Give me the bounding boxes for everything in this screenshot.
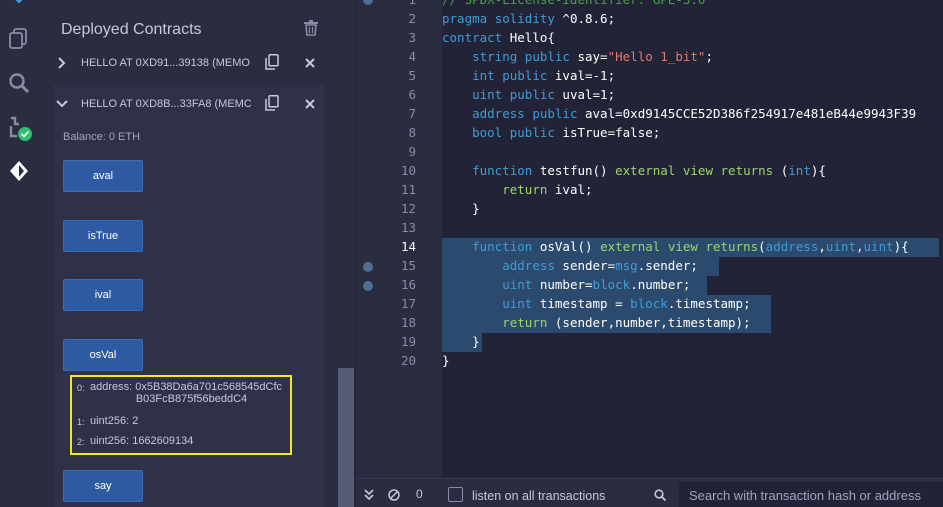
call-ival-button[interactable]: ival xyxy=(63,279,143,311)
close-icon[interactable] xyxy=(305,55,315,73)
line-number: 5 xyxy=(408,68,416,83)
clear-icon[interactable] xyxy=(388,488,400,506)
output-row: 1: uint256: 2 xyxy=(77,415,138,427)
line-number: 8 xyxy=(408,125,416,140)
code-line: bool public isTrue=false; xyxy=(472,125,661,140)
code-line: int public ival=-1; xyxy=(472,68,616,83)
activity-bar xyxy=(0,0,38,507)
breakpoint-marker[interactable] xyxy=(363,262,373,272)
output-row: 2: uint256: 1662609134 xyxy=(77,435,193,447)
line-number: 18 xyxy=(400,315,416,330)
contract-address-label: HELLO AT 0XD8B...33FA8 (MEMC xyxy=(81,98,251,110)
contract-address-label: HELLO AT 0XD91...39138 (MEMO xyxy=(81,57,250,69)
balance-label: Balance: 0 ETH xyxy=(63,131,141,143)
line-number: 13 xyxy=(400,220,416,235)
line-number: 10 xyxy=(400,163,416,178)
panel-scrollbar[interactable] xyxy=(338,368,354,507)
compile-icon[interactable] xyxy=(0,114,38,142)
terminal-bar: 0 listen on all transactions xyxy=(356,478,943,507)
code-editor[interactable]: 1 2 3 4 5 6 7 8 9 10 11 12 13 14 15 16 1… xyxy=(356,0,943,478)
output-row: 0: address: 0x5B38Da6a701c568545dCfc B03… xyxy=(77,381,282,405)
call-osval-button[interactable]: osVal xyxy=(63,339,143,371)
call-istrue-button[interactable]: isTrue xyxy=(63,220,143,252)
output-value: uint256: 1662609134 xyxy=(90,435,194,447)
listen-checkbox[interactable] xyxy=(448,487,463,502)
home-icon[interactable] xyxy=(0,0,38,6)
breakpoint-marker[interactable] xyxy=(363,281,373,291)
listen-label: listen on all transactions xyxy=(472,489,606,503)
code-line: return ival; xyxy=(502,182,593,197)
code-line: } xyxy=(442,353,450,368)
file-explorer-icon[interactable] xyxy=(0,27,38,49)
call-aval-button[interactable]: aval xyxy=(63,160,143,192)
copy-icon[interactable] xyxy=(265,95,279,116)
code-line: // SPDX-License-Identifier: GPL-3.0 xyxy=(442,0,943,9)
copy-icon[interactable] xyxy=(265,54,279,75)
line-number: 16 xyxy=(400,277,416,292)
code-line: contract Hello{ xyxy=(442,30,555,45)
line-number: 4 xyxy=(408,49,416,64)
line-number: 17 xyxy=(400,296,416,311)
pending-count: 0 xyxy=(416,487,423,501)
search-icon xyxy=(654,488,667,506)
line-number: 15 xyxy=(400,258,416,273)
contract-instance-header[interactable]: HELLO AT 0XD8B...33FA8 (MEMC xyxy=(53,86,323,122)
collapse-icon[interactable] xyxy=(364,488,374,506)
code-line: uint public uval=1; xyxy=(472,87,616,102)
line-number: 6 xyxy=(408,87,416,102)
panel-title: Deployed Contracts xyxy=(61,21,202,38)
code-line: function osVal() external view returns(a… xyxy=(472,239,909,254)
call-output: 0: address: 0x5B38Da6a701c568545dCfc B03… xyxy=(70,375,292,455)
line-number: 11 xyxy=(400,182,416,197)
line-number: 3 xyxy=(408,30,416,45)
trash-icon[interactable] xyxy=(304,20,318,41)
output-value: address: 0x5B38Da6a701c568545dCfc B03FcB… xyxy=(90,381,283,405)
deploy-icon[interactable] xyxy=(0,160,38,182)
deploy-panel: Deployed Contracts HELLO AT 0XD91...3913… xyxy=(38,0,355,507)
line-number: 20 xyxy=(400,353,416,368)
code-line: function testfun() external view returns… xyxy=(472,163,826,178)
code-line: return (sender,number,timestamp); xyxy=(502,315,751,330)
code-line: uint number=block.number; xyxy=(502,277,691,292)
output-value: uint256: 2 xyxy=(90,415,139,427)
call-say-button[interactable]: say xyxy=(63,470,143,502)
code-line: address sender=msg.sender; xyxy=(502,258,698,273)
contract-instance-collapsed[interactable]: HELLO AT 0XD91...39138 (MEMO xyxy=(53,45,323,81)
line-number: 1 xyxy=(396,0,416,9)
transaction-search-input[interactable] xyxy=(679,482,943,507)
line-number: 19 xyxy=(400,334,416,349)
line-number: 2 xyxy=(408,11,416,26)
output-index: 1: xyxy=(77,417,85,427)
output-index: 2: xyxy=(77,437,85,447)
code-line: string public say="Hello 1_bit"; xyxy=(472,49,713,64)
code-line: address public aval=0xd9145CCE52D386f254… xyxy=(472,106,917,121)
output-index: 0: xyxy=(77,383,85,393)
line-number-active: 14 xyxy=(400,239,416,254)
close-icon[interactable] xyxy=(305,96,315,114)
line-number: 7 xyxy=(408,106,416,121)
code-line: } xyxy=(442,334,480,349)
search-icon[interactable] xyxy=(0,72,38,94)
line-number: 12 xyxy=(400,201,416,216)
remix-ide: Deployed Contracts HELLO AT 0XD91...3913… xyxy=(0,0,943,507)
chevron-down-icon[interactable] xyxy=(53,100,71,108)
code-line: uint timestamp = block.timestamp; xyxy=(502,296,751,311)
line-number: 9 xyxy=(408,144,416,159)
code-line: pragma solidity ^0.8.6; xyxy=(442,11,616,26)
chevron-right-icon[interactable] xyxy=(53,57,71,69)
code-line: } xyxy=(442,201,480,216)
